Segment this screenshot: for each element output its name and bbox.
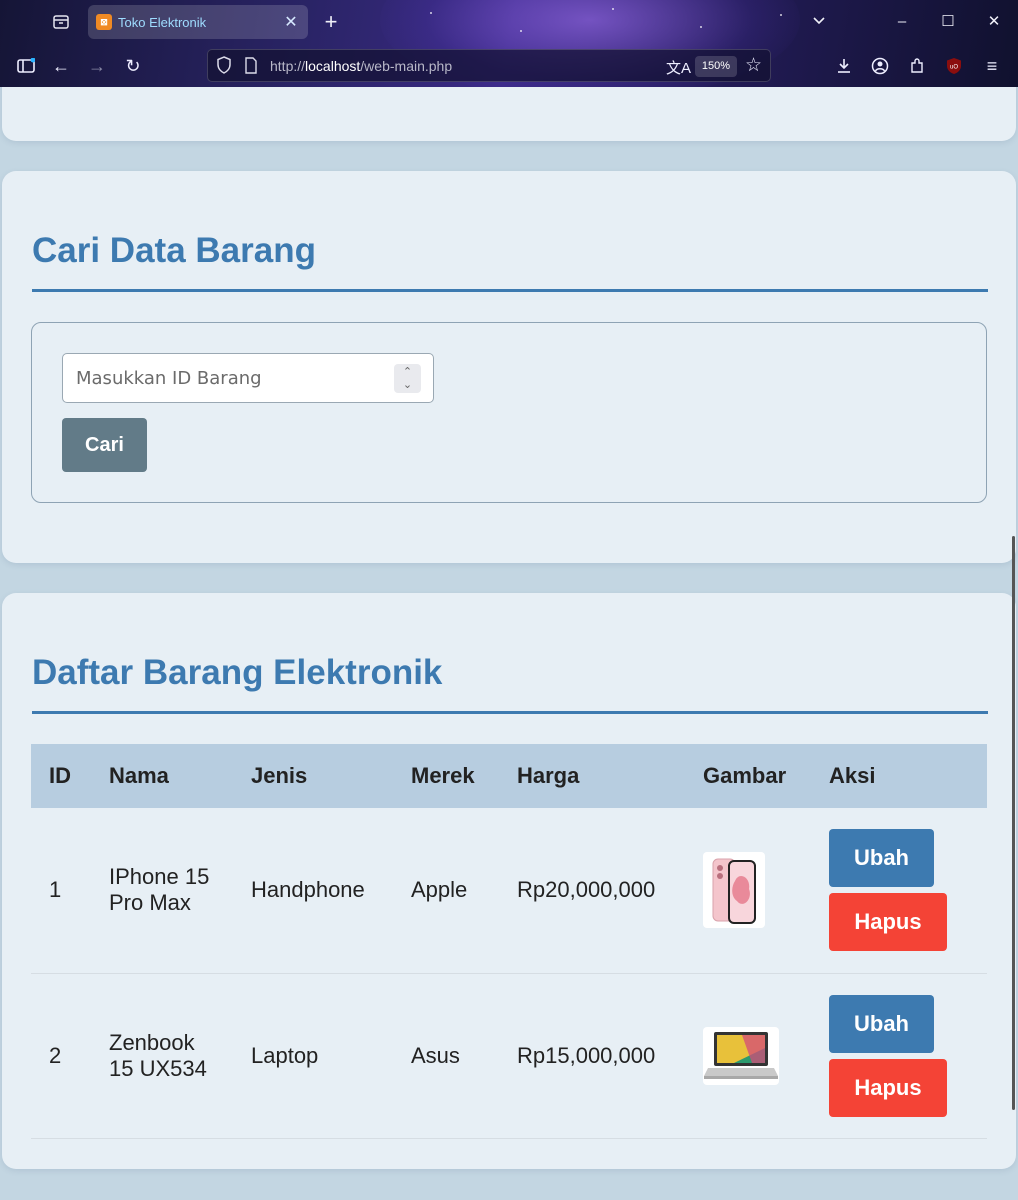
bookmark-star-icon[interactable]: ☆ — [745, 54, 762, 77]
cell-jenis: Laptop — [233, 973, 393, 1139]
download-icon[interactable] — [830, 52, 858, 80]
table-header-row: ID Nama Jenis Merek Harga Gambar Aksi — [31, 744, 987, 808]
page-viewport: Cari Data Barang Masukkan ID Barang ⌃ ⌄ C… — [0, 87, 1018, 1200]
close-tab-icon[interactable]: ✕ — [282, 12, 300, 32]
cell-nama: IPhone 15 Pro Max — [91, 808, 233, 974]
cell-id: 1 — [31, 808, 91, 974]
tab-bar: ⊠ Toko Elektronik ✕ + – ☐ ✕ — [0, 0, 1018, 44]
id-search-input[interactable]: Masukkan ID Barang ⌃ ⌄ — [62, 353, 434, 403]
number-spinner-icon[interactable]: ⌃ ⌄ — [394, 364, 421, 393]
sidebar-icon[interactable] — [12, 52, 40, 80]
reload-icon[interactable]: ↻ — [119, 52, 147, 80]
translate-icon[interactable]: 文A — [666, 57, 691, 78]
url-text[interactable]: http://localhost/web-main.php — [270, 58, 452, 74]
header-id: ID — [31, 744, 91, 808]
cell-jenis: Handphone — [233, 808, 393, 974]
edit-button[interactable]: Ubah — [829, 829, 934, 888]
nav-bar: ← → ↻ http://localhost/web-main.php 文A 1… — [0, 44, 1018, 87]
header-merek: Merek — [393, 744, 499, 808]
cell-id: 2 — [31, 973, 91, 1139]
shield-icon[interactable] — [216, 56, 232, 79]
close-window-icon[interactable]: ✕ — [979, 8, 1009, 36]
cell-harga: Rp15,000,000 — [499, 973, 685, 1139]
header-harga: Harga — [499, 744, 685, 808]
chevron-down-icon[interactable] — [804, 8, 834, 36]
list-section-title: Daftar Barang Elektronik — [32, 653, 443, 692]
svg-text:uO: uO — [950, 65, 958, 71]
account-icon[interactable] — [866, 52, 894, 80]
cell-merek: Asus — [393, 973, 499, 1139]
cell-aksi: Ubah Hapus — [811, 973, 987, 1139]
id-input-placeholder: Masukkan ID Barang — [76, 368, 262, 389]
delete-button[interactable]: Hapus — [829, 1058, 947, 1117]
title-divider — [32, 289, 988, 292]
laptop-image — [703, 1026, 779, 1085]
extensions-icon[interactable] — [903, 52, 931, 80]
delete-button[interactable]: Hapus — [829, 893, 947, 952]
page-icon — [244, 57, 258, 79]
edit-button[interactable]: Ubah — [829, 994, 934, 1053]
header-gambar: Gambar — [685, 744, 811, 808]
cell-gambar — [685, 808, 811, 974]
previous-card — [2, 87, 1016, 141]
header-aksi: Aksi — [811, 744, 987, 808]
back-icon[interactable]: ← — [47, 52, 75, 80]
title-divider — [32, 711, 988, 714]
search-form: Masukkan ID Barang ⌃ ⌄ Cari — [31, 322, 987, 503]
search-section-title: Cari Data Barang — [32, 231, 316, 270]
browser-chrome: ⊠ Toko Elektronik ✕ + – ☐ ✕ ← → ↻ http:/… — [0, 0, 1018, 87]
table-row: 2 Zenbook 15 UX534 Laptop Asus Rp15,000,… — [31, 973, 987, 1139]
minimize-icon[interactable]: – — [887, 8, 917, 36]
ublock-icon[interactable]: uO — [940, 52, 968, 80]
table-row: 1 IPhone 15 Pro Max Handphone Apple Rp20… — [31, 808, 987, 974]
new-tab-icon[interactable]: + — [318, 9, 344, 35]
tab-title: Toko Elektronik — [118, 14, 207, 30]
cell-gambar — [685, 973, 811, 1139]
items-table: ID Nama Jenis Merek Harga Gambar Aksi 1 … — [31, 744, 987, 1139]
tab-list-icon[interactable] — [46, 8, 76, 36]
forward-icon[interactable]: → — [83, 52, 111, 80]
browser-tab[interactable]: ⊠ Toko Elektronik ✕ — [88, 5, 308, 39]
search-button[interactable]: Cari — [62, 418, 147, 472]
page-scrollbar[interactable] — [1012, 536, 1015, 1110]
item-list-card: Daftar Barang Elektronik ID Nama Jenis M… — [2, 593, 1016, 1169]
zoom-indicator[interactable]: 150% — [695, 56, 737, 77]
header-nama: Nama — [91, 744, 233, 808]
cell-harga: Rp20,000,000 — [499, 808, 685, 974]
address-bar[interactable]: http://localhost/web-main.php 文A 150% ☆ — [207, 49, 771, 82]
phone-image — [703, 852, 765, 929]
cell-merek: Apple — [393, 808, 499, 974]
cell-aksi: Ubah Hapus — [811, 808, 987, 974]
header-jenis: Jenis — [233, 744, 393, 808]
menu-icon[interactable]: ≡ — [978, 52, 1006, 80]
search-card: Cari Data Barang Masukkan ID Barang ⌃ ⌄ C… — [2, 171, 1016, 563]
xampp-icon: ⊠ — [96, 14, 112, 30]
cell-nama: Zenbook 15 UX534 — [91, 973, 233, 1139]
maximize-icon[interactable]: ☐ — [933, 8, 963, 36]
